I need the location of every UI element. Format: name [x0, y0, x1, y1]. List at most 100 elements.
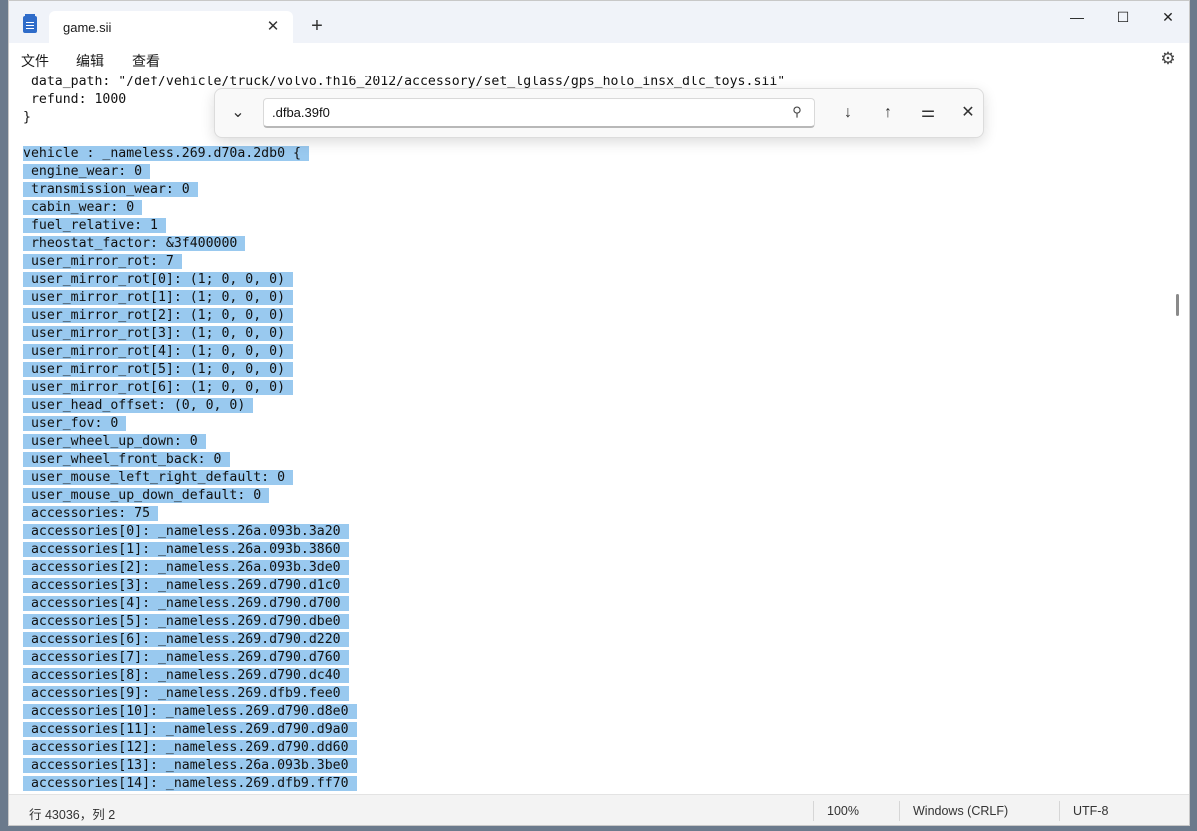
find-close-icon[interactable]: ✕: [955, 100, 981, 126]
cursor-position[interactable]: 行 43036，列 2: [29, 804, 115, 823]
editor-line[interactable]: accessories[6]: _nameless.269.d790.d220: [23, 631, 793, 649]
editor-line-text: accessories[4]: _nameless.269.d790.d700: [23, 596, 349, 611]
editor-line[interactable]: user_mirror_rot[4]: (1; 0, 0, 0): [23, 343, 793, 361]
editor-lines: data_path: "/def/vehicle/truck/volvo.fh1…: [23, 76, 793, 793]
editor-line[interactable]: engine_wear: 0: [23, 163, 793, 181]
toggle-replace-chevron-icon[interactable]: ⌄: [225, 100, 251, 126]
editor-line[interactable]: rheostat_factor: &3f400000: [23, 235, 793, 253]
editor-line-text: engine_wear: 0: [23, 164, 151, 179]
editor-line[interactable]: user_mouse_up_down_default: 0: [23, 487, 793, 505]
editor-line-text: user_mirror_rot[1]: (1; 0, 0, 0): [23, 290, 294, 305]
editor-line-text: user_mirror_rot[0]: (1; 0, 0, 0): [23, 272, 294, 287]
editor-line[interactable]: user_mirror_rot: 7: [23, 253, 793, 271]
editor-line-text: user_mirror_rot[3]: (1; 0, 0, 0): [23, 326, 294, 341]
editor-line[interactable]: accessories[0]: _nameless.26a.093b.3a20: [23, 523, 793, 541]
notepad-app-icon: [23, 14, 37, 33]
editor-line-text: accessories[3]: _nameless.269.d790.d1c0: [23, 578, 349, 593]
editor-line[interactable]: user_mirror_rot[5]: (1; 0, 0, 0): [23, 361, 793, 379]
editor-line-text: accessories[5]: _nameless.269.d790.dbe0: [23, 614, 349, 629]
status-divider: [1059, 801, 1060, 821]
editor-line[interactable]: accessories[12]: _nameless.269.d790.dd60: [23, 739, 793, 757]
find-input[interactable]: [263, 98, 815, 128]
editor-line[interactable]: accessories[5]: _nameless.269.d790.dbe0: [23, 613, 793, 631]
editor-line[interactable]: accessories[4]: _nameless.269.d790.d700: [23, 595, 793, 613]
editor-line[interactable]: accessories[2]: _nameless.26a.093b.3de0: [23, 559, 793, 577]
editor-line[interactable]: transmission_wear: 0: [23, 181, 793, 199]
editor-line[interactable]: vehicle : _nameless.269.d70a.2db0 {: [23, 145, 793, 163]
editor-line-text: accessories[12]: _nameless.269.d790.dd60: [23, 740, 357, 755]
maximize-button[interactable]: ☐: [1100, 3, 1146, 31]
editor-line-text: rheostat_factor: &3f400000: [23, 236, 246, 251]
tab-close-icon[interactable]: ✕: [263, 17, 283, 37]
status-bar: 行 43036，列 2 100% Windows (CRLF) UTF-8: [9, 794, 1189, 825]
find-options-sliders-icon[interactable]: ⚌: [915, 100, 941, 126]
editor-line[interactable]: user_mirror_rot[2]: (1; 0, 0, 0): [23, 307, 793, 325]
editor-line[interactable]: accessories[3]: _nameless.269.d790.d1c0: [23, 577, 793, 595]
editor-line[interactable]: accessories[13]: _nameless.26a.093b.3be0: [23, 757, 793, 775]
editor-line-text: accessories[8]: _nameless.269.d790.dc40: [23, 668, 349, 683]
editor-line-text: user_mouse_left_right_default: 0: [23, 470, 294, 485]
editor-line-text: user_wheel_front_back: 0: [23, 452, 230, 467]
encoding[interactable]: UTF-8: [1073, 804, 1108, 818]
editor-line[interactable]: user_head_offset: (0, 0, 0): [23, 397, 793, 415]
status-divider: [899, 801, 900, 821]
tab-title: game.sii: [63, 20, 112, 35]
line-ending[interactable]: Windows (CRLF): [913, 804, 1008, 818]
editor-line-text: [23, 128, 31, 143]
editor-line-text: accessories[9]: _nameless.269.dfb9.fee0: [23, 686, 349, 701]
search-icon[interactable]: ⚲: [789, 104, 805, 120]
title-bar: game.sii ✕ + — ☐ ✕: [9, 1, 1189, 43]
editor-line[interactable]: user_mirror_rot[1]: (1; 0, 0, 0): [23, 289, 793, 307]
status-divider: [813, 801, 814, 821]
editor-line-text: user_mirror_rot[5]: (1; 0, 0, 0): [23, 362, 294, 377]
editor-line-text: user_wheel_up_down: 0: [23, 434, 206, 449]
editor-line-text: accessories[14]: _nameless.269.dfb9.ff70: [23, 776, 357, 791]
editor-line-text: user_mirror_rot[4]: (1; 0, 0, 0): [23, 344, 294, 359]
menu-view[interactable]: 查看: [132, 51, 160, 71]
editor-line-text: accessories[2]: _nameless.26a.093b.3de0: [23, 560, 349, 575]
editor-line[interactable]: accessories[9]: _nameless.269.dfb9.fee0: [23, 685, 793, 703]
editor-line[interactable]: accessories[7]: _nameless.269.d790.d760: [23, 649, 793, 667]
editor-line-text: }: [23, 110, 31, 125]
editor-line-text: transmission_wear: 0: [23, 182, 198, 197]
tab-game-sii[interactable]: game.sii ✕: [49, 11, 293, 43]
minimize-button[interactable]: —: [1054, 3, 1100, 31]
editor-line[interactable]: user_wheel_front_back: 0: [23, 451, 793, 469]
editor-line[interactable]: cabin_wear: 0: [23, 199, 793, 217]
editor-line-text: user_mirror_rot[6]: (1; 0, 0, 0): [23, 380, 294, 395]
editor-line[interactable]: user_mirror_rot[0]: (1; 0, 0, 0): [23, 271, 793, 289]
editor-line-text: user_fov: 0: [23, 416, 127, 431]
editor-line[interactable]: user_fov: 0: [23, 415, 793, 433]
editor-line[interactable]: accessories[14]: _nameless.269.dfb9.ff70: [23, 775, 793, 793]
editor-line[interactable]: accessories[8]: _nameless.269.d790.dc40: [23, 667, 793, 685]
menu-edit[interactable]: 编辑: [76, 51, 104, 71]
editor-line-text: vehicle : _nameless.269.d70a.2db0 {: [23, 146, 309, 161]
editor-line[interactable]: user_mirror_rot[3]: (1; 0, 0, 0): [23, 325, 793, 343]
editor-line-text: accessories[13]: _nameless.26a.093b.3be0: [23, 758, 357, 773]
gear-icon[interactable]: ⚙: [1159, 50, 1177, 68]
editor-line-text: user_mouse_up_down_default: 0: [23, 488, 270, 503]
editor-line[interactable]: user_mouse_left_right_default: 0: [23, 469, 793, 487]
zoom-level[interactable]: 100%: [827, 804, 859, 818]
menu-file[interactable]: 文件: [21, 51, 49, 71]
find-previous-arrow-up-icon[interactable]: ↑: [875, 100, 901, 126]
editor-line[interactable]: accessories[10]: _nameless.269.d790.d8e0: [23, 703, 793, 721]
editor-line-text: user_head_offset: (0, 0, 0): [23, 398, 254, 413]
editor-line-text: accessories[6]: _nameless.269.d790.d220: [23, 632, 349, 647]
editor-line[interactable]: accessories: 75: [23, 505, 793, 523]
editor-line[interactable]: user_wheel_up_down: 0: [23, 433, 793, 451]
vertical-scrollbar-thumb[interactable]: [1176, 294, 1179, 316]
close-window-button[interactable]: ✕: [1145, 3, 1189, 31]
editor-line[interactable]: user_mirror_rot[6]: (1; 0, 0, 0): [23, 379, 793, 397]
text-editor[interactable]: data_path: "/def/vehicle/truck/volvo.fh1…: [9, 76, 1183, 794]
find-next-arrow-down-icon[interactable]: ↓: [835, 100, 861, 126]
editor-line-text: accessories[0]: _nameless.26a.093b.3a20: [23, 524, 349, 539]
editor-line-text: accessories[7]: _nameless.269.d790.d760: [23, 650, 349, 665]
editor-line[interactable]: accessories[11]: _nameless.269.d790.d9a0: [23, 721, 793, 739]
editor-line-text: fuel_relative: 1: [23, 218, 166, 233]
new-tab-button[interactable]: +: [305, 14, 329, 38]
editor-line-text: cabin_wear: 0: [23, 200, 143, 215]
editor-line[interactable]: fuel_relative: 1: [23, 217, 793, 235]
editor-line[interactable]: accessories[1]: _nameless.26a.093b.3860: [23, 541, 793, 559]
editor-line-text: user_mirror_rot: 7: [23, 254, 182, 269]
